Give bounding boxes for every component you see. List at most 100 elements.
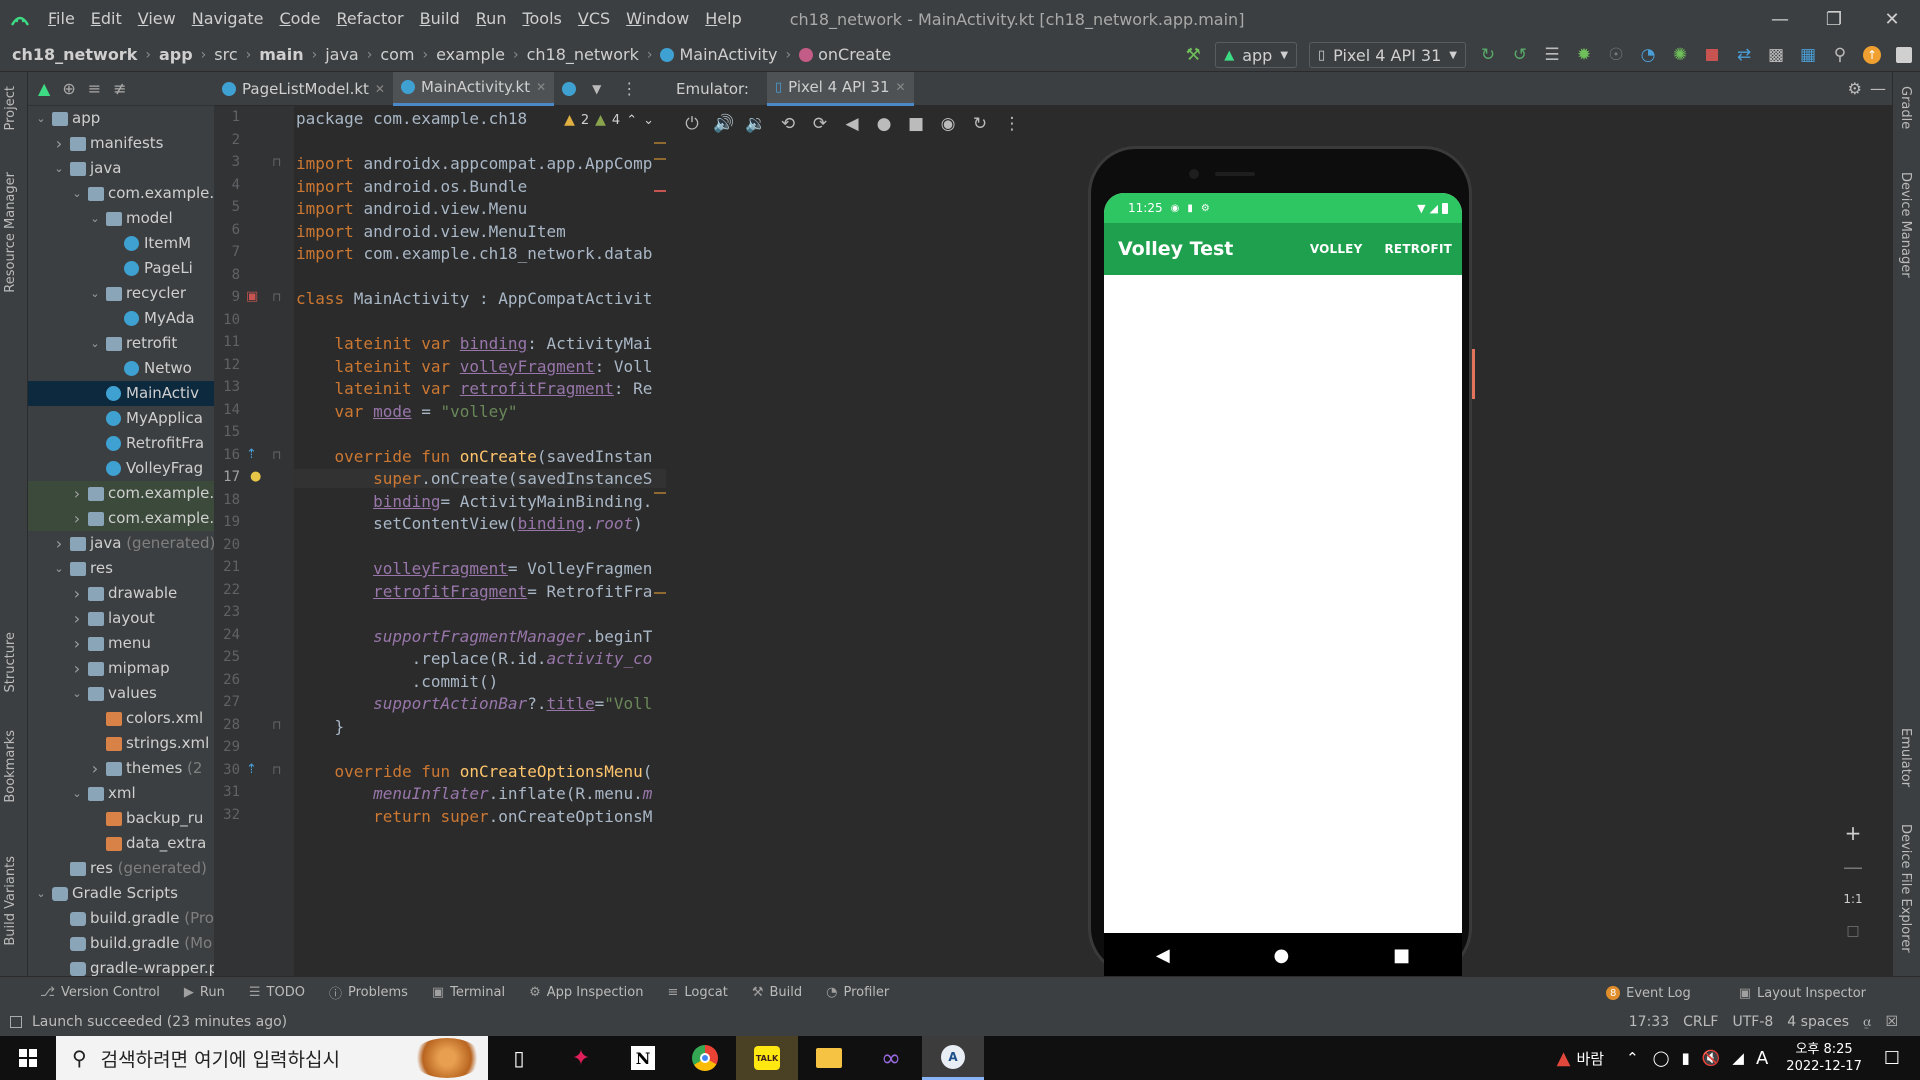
tool-tab-gradle[interactable]: Gradle	[1898, 86, 1913, 129]
tree-item[interactable]: ItemM	[28, 231, 214, 256]
line-separator[interactable]: CRLF	[1683, 1014, 1718, 1030]
close-tab-icon[interactable]: ✕	[896, 80, 906, 94]
tree-item[interactable]: › mipmap	[28, 656, 214, 681]
code-line[interactable]: import android.view.Menu	[296, 199, 527, 218]
notification-icon[interactable]: ☒	[1885, 1014, 1898, 1030]
event-log-button[interactable]: 8 Event Log	[1606, 986, 1691, 1001]
menu-build[interactable]: Build	[412, 0, 468, 38]
tree-item[interactable]: ⌄ Gradle Scripts	[28, 881, 214, 906]
tree-item[interactable]: ⌄ recycler	[28, 281, 214, 306]
error-stripe-mark[interactable]	[654, 142, 666, 144]
chevron-right-icon[interactable]: ›	[70, 631, 84, 656]
attach-debugger-icon[interactable]: ✺	[1664, 38, 1696, 72]
power-icon[interactable]: ⏻	[676, 107, 708, 141]
code-line[interactable]: package com.example.ch18	[296, 109, 527, 128]
chevron-right-icon[interactable]: ›	[70, 506, 84, 531]
code-line[interactable]: var mode = "volley"	[296, 402, 518, 421]
code-line[interactable]: retrofitFragment= RetrofitFra	[296, 582, 652, 601]
tree-item[interactable]: data_extra	[28, 831, 214, 856]
tree-item[interactable]: ⌄ res	[28, 556, 214, 581]
user-icon[interactable]	[1888, 38, 1920, 72]
android-studio-app-icon[interactable]: A	[922, 1036, 984, 1080]
run-list-icon[interactable]: ☰	[1536, 38, 1568, 72]
breadcrumb-item[interactable]: ch18_network	[12, 45, 137, 64]
next-highlight-icon[interactable]: ⌄	[643, 113, 654, 128]
code-line[interactable]: lateinit var binding: ActivityMai	[296, 334, 653, 353]
code-line[interactable]: setContentView(binding.root)	[296, 514, 643, 533]
rotate-right-icon[interactable]: ⟳	[804, 107, 836, 141]
tool-app-inspection[interactable]: ⚙ App Inspection	[529, 985, 643, 1000]
chevron-right-icon[interactable]: ›	[70, 606, 84, 631]
code-line[interactable]: lateinit var volleyFragment: Voll	[296, 357, 653, 376]
tool-run[interactable]: ▶ Run	[184, 985, 225, 1000]
tree-item[interactable]: › com.example.	[28, 506, 214, 531]
tree-item[interactable]: backup_ru	[28, 806, 214, 831]
tree-item[interactable]: strings.xml	[28, 731, 214, 756]
code-line[interactable]: }	[296, 717, 345, 736]
code-line[interactable]: binding= ActivityMainBinding.	[296, 492, 652, 511]
chevron-right-icon[interactable]: ›	[88, 756, 102, 781]
hide-panel-icon[interactable]: —	[1870, 79, 1886, 98]
status-message[interactable]: Launch succeeded (23 minutes ago)	[32, 1014, 287, 1030]
nav-home-icon[interactable]: ●	[1274, 945, 1290, 966]
update-icon[interactable]: ↑	[1856, 38, 1888, 72]
tool-todo[interactable]: ☰ TODO	[249, 985, 305, 1000]
battery-icon[interactable]: ▮	[1681, 1049, 1689, 1067]
code-line[interactable]: .replace(R.id.activity_co	[296, 649, 653, 668]
menu-window[interactable]: Window	[618, 0, 697, 38]
tree-item[interactable]: Netwo	[28, 356, 214, 381]
tree-item[interactable]: › layout	[28, 606, 214, 631]
fold-marker-icon[interactable]: ⊓	[272, 763, 281, 777]
error-stripe-mark[interactable]	[654, 492, 666, 494]
visual-studio-icon[interactable]: ∞	[860, 1036, 922, 1080]
retrofit-action[interactable]: RETROFIT	[1384, 242, 1452, 256]
code-line[interactable]: super.onCreate(savedInstanceS	[294, 469, 666, 488]
error-stripe-mark[interactable]	[654, 592, 666, 594]
stop-icon[interactable]	[1696, 38, 1728, 72]
chevron-right-icon[interactable]: ›	[70, 481, 84, 506]
tree-item[interactable]: › com.example.	[28, 481, 214, 506]
tool-tab-device-file-explorer[interactable]: Device File Explorer	[1898, 824, 1913, 953]
code-line[interactable]: override fun onCreate(savedInstan	[296, 447, 653, 466]
chevron-down-icon[interactable]: ⌄	[88, 281, 102, 306]
zoom-out-button[interactable]: —	[1838, 852, 1868, 882]
layout-inspector-button[interactable]: ▣ Layout Inspector	[1739, 986, 1866, 1001]
chrome-app-icon[interactable]	[674, 1036, 736, 1080]
weather-icon[interactable]: ▲	[1557, 1048, 1571, 1069]
tool-tab-project[interactable]: Project	[3, 86, 18, 130]
tree-item[interactable]: PageLi	[28, 256, 214, 281]
android-view-icon[interactable]: ▲	[38, 79, 50, 98]
tool-tab-device-manager[interactable]: Device Manager	[1898, 172, 1913, 278]
mute-icon[interactable]: 🔇	[1702, 1049, 1721, 1067]
tree-item[interactable]: › menu	[28, 631, 214, 656]
code-line[interactable]: import android.view.MenuItem	[296, 222, 566, 241]
tool-profiler[interactable]: ◔ Profiler	[826, 985, 889, 1000]
chevron-right-icon[interactable]: ›	[70, 656, 84, 681]
code-line[interactable]: supportFragmentManager.beginT	[296, 627, 652, 646]
tool-logcat[interactable]: ≡ Logcat	[667, 985, 727, 1000]
nav-recents-icon[interactable]: ■	[1393, 945, 1410, 966]
snapshot-icon[interactable]: ↻	[964, 107, 996, 141]
tool-tab-bookmarks[interactable]: Bookmarks	[3, 730, 18, 803]
breadcrumb-item[interactable]: MainActivity	[679, 45, 777, 64]
expand-all-icon[interactable]: ≡	[88, 79, 101, 98]
code-line[interactable]: override fun onCreateOptionsMenu(	[296, 762, 653, 781]
minimize-button[interactable]: —	[1752, 0, 1808, 38]
chevron-down-icon[interactable]: ⌄	[88, 206, 102, 231]
sync-gradle-icon[interactable]: ⇄	[1728, 38, 1760, 72]
collapse-all-icon[interactable]: ≢	[113, 79, 126, 98]
apply-code-changes-icon[interactable]: ↺	[1504, 38, 1536, 72]
code-line[interactable]: class MainActivity : AppCompatActivit	[296, 289, 652, 308]
network-icon[interactable]: ◢	[1732, 1049, 1744, 1067]
chevron-down-icon[interactable]: ⌄	[52, 556, 66, 581]
error-stripe-mark[interactable]	[654, 158, 666, 160]
fold-marker-icon[interactable]: ⊓	[272, 448, 281, 462]
chevron-right-icon[interactable]: ›	[70, 581, 84, 606]
file-encoding[interactable]: UTF-8	[1732, 1014, 1773, 1030]
menu-edit[interactable]: Edit	[83, 0, 130, 38]
weather-label[interactable]: 바람	[1576, 1048, 1604, 1069]
lock-icon[interactable]: ⍶	[1863, 1014, 1871, 1030]
tool-terminal[interactable]: ▣ Terminal	[432, 985, 505, 1000]
code-line[interactable]: import androidx.appcompat.app.AppComp	[296, 154, 652, 173]
zoom-fit-button[interactable]: □	[1838, 916, 1868, 946]
